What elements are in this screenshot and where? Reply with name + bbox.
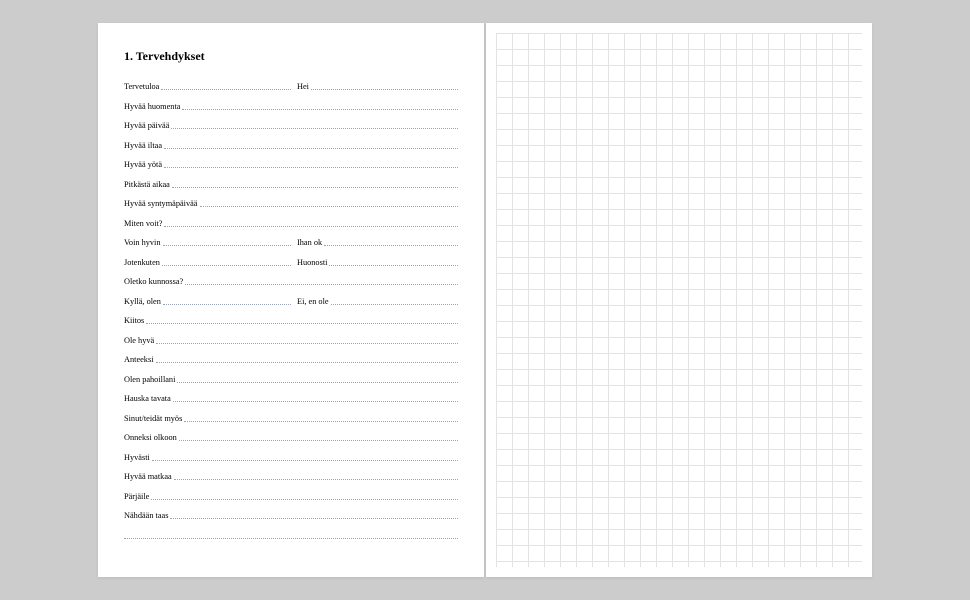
- term: Hauska tavata: [124, 394, 173, 403]
- pair-right: Ihan ok: [291, 238, 458, 247]
- pair-right: Hei: [291, 82, 458, 91]
- term: Tervetuloa: [124, 82, 161, 91]
- pair-left: Kyllä, olen: [124, 297, 291, 306]
- pair-left: Tervetuloa: [124, 82, 291, 91]
- vocab-row: Pitkästä aikaa: [124, 176, 458, 189]
- vocab-row: Pärjäile: [124, 488, 458, 501]
- term: Miten voit?: [124, 219, 164, 228]
- term: Voin hyvin: [124, 238, 163, 247]
- term: Jotenkuten: [124, 258, 162, 267]
- vocab-row: Kyllä, olen Ei, en ole: [124, 293, 458, 306]
- vocab-row: Ole hyvä: [124, 332, 458, 345]
- fill-line: [311, 89, 458, 90]
- fill-line: [185, 284, 458, 285]
- fill-line: [324, 245, 458, 246]
- fill-line: [200, 206, 459, 207]
- page-spread: 1. Tervehdykset Tervetuloa Hei Hyvää huome…: [98, 23, 872, 577]
- pair-left: Voin hyvin: [124, 238, 291, 247]
- fill-line: [124, 538, 458, 539]
- fill-line: [164, 148, 458, 149]
- vocab-row: Hyvää syntymäpäivää: [124, 195, 458, 208]
- term: Hei: [297, 82, 311, 91]
- fill-line: [162, 265, 291, 266]
- term: Hyvää huomenta: [124, 102, 182, 111]
- fill-line: [174, 479, 458, 480]
- term: Huonosti: [297, 258, 329, 267]
- fill-line: [156, 343, 458, 344]
- term: Oletko kunnossa?: [124, 277, 185, 286]
- fill-line: [179, 440, 458, 441]
- term: Hyvää yötä: [124, 160, 164, 169]
- term: Nähdään taas: [124, 511, 170, 520]
- term: Ole hyvä: [124, 336, 156, 345]
- term: Pärjäile: [124, 492, 151, 501]
- fill-line: [161, 89, 291, 90]
- right-page: [486, 23, 872, 577]
- fill-line: [171, 128, 458, 129]
- fill-line: [177, 382, 458, 383]
- fill-line: [173, 401, 458, 402]
- fill-line: [163, 304, 291, 305]
- term: Olen pahoillani: [124, 375, 177, 384]
- pair-right: Ei, en ole: [291, 297, 458, 306]
- term: Hyvää päivää: [124, 121, 171, 130]
- fill-line: [184, 421, 458, 422]
- fill-line: [156, 362, 459, 363]
- term: Kyllä, olen: [124, 297, 163, 306]
- fill-line: [151, 499, 458, 500]
- vocab-row: Olen pahoillani: [124, 371, 458, 384]
- fill-line: [164, 226, 458, 227]
- fill-line: [164, 167, 458, 168]
- fill-line: [331, 304, 458, 305]
- fill-line: [329, 265, 458, 266]
- term: Hyvää syntymäpäivää: [124, 199, 200, 208]
- term: Onneksi olkoon: [124, 433, 179, 442]
- vocabulary-rows: Tervetuloa Hei Hyvää huomenta Hyvää päivää H…: [124, 78, 458, 540]
- vocab-row: Hyvää huomenta: [124, 98, 458, 111]
- vocab-row: Oletko kunnossa?: [124, 273, 458, 286]
- term: Anteeksi: [124, 355, 156, 364]
- vocab-row: Sinut/teidät myös: [124, 410, 458, 423]
- term: Hyvää iltaa: [124, 141, 164, 150]
- vocab-row: Hyvää päivää: [124, 117, 458, 130]
- vocab-row: Onneksi olkoon: [124, 429, 458, 442]
- fill-line: [152, 460, 458, 461]
- fill-line: [182, 109, 458, 110]
- fill-line: [170, 518, 458, 519]
- term: Ei, en ole: [297, 297, 331, 306]
- term: Hyvää matkaa: [124, 472, 174, 481]
- fill-line: [163, 245, 292, 246]
- vocab-row: Hyvää iltaa: [124, 137, 458, 150]
- vocab-row: Miten voit?: [124, 215, 458, 228]
- term: Ihan ok: [297, 238, 324, 247]
- left-page: 1. Tervehdykset Tervetuloa Hei Hyvää huome…: [98, 23, 484, 577]
- vocab-row: Voin hyvin Ihan ok: [124, 234, 458, 247]
- vocab-row: Jotenkuten Huonosti: [124, 254, 458, 267]
- vocab-row: Nähdään taas: [124, 507, 458, 520]
- vocab-row: Tervetuloa Hei: [124, 78, 458, 91]
- term: Kiitos: [124, 316, 146, 325]
- term: Sinut/teidät myös: [124, 414, 184, 423]
- fill-line: [172, 187, 458, 188]
- fill-line: [146, 323, 458, 324]
- vocab-row: Hyvää matkaa: [124, 468, 458, 481]
- term: Pitkästä aikaa: [124, 180, 172, 189]
- vocab-row: Kiitos: [124, 312, 458, 325]
- term: Hyvästi: [124, 453, 152, 462]
- grid-paper: [496, 33, 862, 567]
- vocab-row: Hyvää yötä: [124, 156, 458, 169]
- pair-right: Huonosti: [291, 258, 458, 267]
- vocab-row: [124, 527, 458, 540]
- pair-left: Jotenkuten: [124, 258, 291, 267]
- vocab-row: Hauska tavata: [124, 390, 458, 403]
- section-title: 1. Tervehdykset: [124, 49, 458, 64]
- vocab-row: Hyvästi: [124, 449, 458, 462]
- vocab-row: Anteeksi: [124, 351, 458, 364]
